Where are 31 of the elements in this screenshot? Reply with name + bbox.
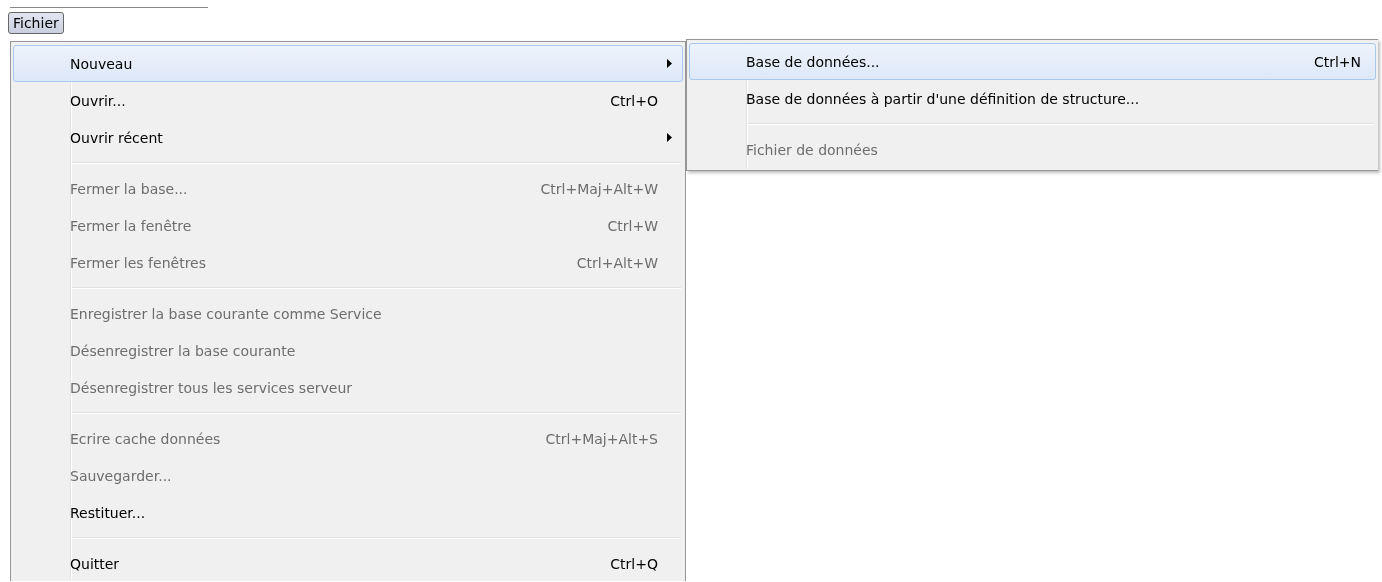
menu-item-label: Quitter bbox=[70, 555, 120, 572]
menu-item[interactable]: Nouveau bbox=[13, 45, 683, 82]
menu-item-label: Ouvrir récent bbox=[70, 129, 163, 146]
menu-item-label: Fermer la base... bbox=[70, 180, 188, 197]
menu-bar-item[interactable]: Fichier bbox=[8, 12, 64, 34]
menu-item[interactable]: Base de données... Ctrl+N bbox=[689, 43, 1376, 80]
menu-item-label: Restituer... bbox=[70, 504, 146, 521]
shortcut-label: Ctrl+Alt+W bbox=[576, 254, 658, 271]
menu-item-label: Ouvrir... bbox=[70, 92, 126, 109]
menu-item-label: Désenregistrer tous les services serveur bbox=[70, 379, 353, 396]
shortcut-label: Ctrl+O bbox=[610, 92, 658, 109]
shortcut-label: Ctrl+Q bbox=[610, 555, 658, 572]
menu-item-label: Sauvegarder... bbox=[70, 467, 172, 484]
menu-item[interactable]: Quitter Ctrl+Q bbox=[13, 545, 683, 582]
menu-item-label: Désenregistrer la base courante bbox=[70, 342, 296, 359]
menu-item[interactable]: Restituer... bbox=[13, 494, 683, 531]
menu-item-label: Base de données... bbox=[746, 53, 880, 70]
menu-item-label: Enregistrer la base courante comme Service bbox=[70, 305, 382, 322]
shortcut-label: Ctrl+W bbox=[607, 217, 658, 234]
menu-item-label: Fermer les fenêtres bbox=[70, 254, 206, 271]
shortcut-label: Ctrl+Maj+Alt+W bbox=[540, 180, 658, 197]
menu-item-label: Nouveau bbox=[70, 55, 133, 72]
menu-item[interactable]: Base de données à partir d'une définition de structure... bbox=[689, 80, 1376, 117]
menu-item-label: Base de données à partir d'une définition de structure... bbox=[746, 90, 1140, 107]
menu-item[interactable]: Ouvrir... Ctrl+O bbox=[13, 82, 683, 119]
menu-item-label: Fichier de données bbox=[746, 141, 878, 158]
menu-item-label: Fermer la fenêtre bbox=[70, 217, 192, 234]
shortcut-label: Ctrl+N bbox=[1313, 53, 1361, 70]
shortcut-label: Ctrl+Maj+Alt+S bbox=[545, 430, 658, 447]
menu-item-label: Ecrire cache données bbox=[70, 430, 221, 447]
menu-item[interactable]: Ouvrir récent bbox=[13, 119, 683, 156]
